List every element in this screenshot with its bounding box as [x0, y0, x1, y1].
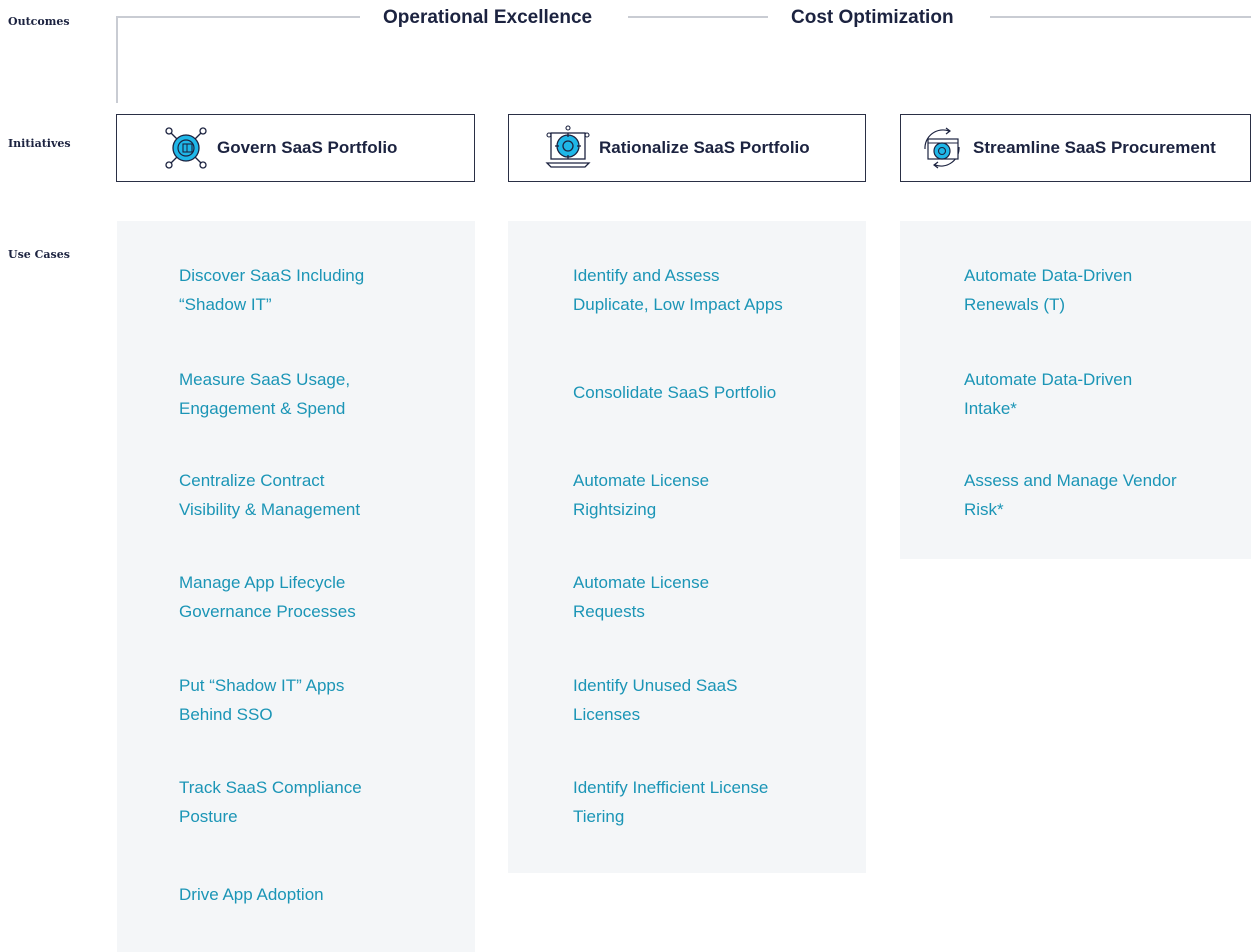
outcome-cost-optimization: Cost Optimization — [791, 7, 954, 28]
use-case-link[interactable]: Centralize Contract Visibility & Managem… — [179, 466, 360, 524]
row-label-use-cases: Use Cases — [8, 248, 70, 261]
row-label-initiatives: Initiatives — [8, 137, 71, 150]
use-case-link[interactable]: Identify and Assess Duplicate, Low Impac… — [573, 261, 783, 319]
use-case-link[interactable]: Consolidate SaaS Portfolio — [573, 378, 776, 407]
initiative-govern-saas-portfolio[interactable]: Govern SaaS Portfolio — [116, 114, 475, 182]
outcome-divider-line — [990, 16, 1251, 18]
browser-cycle-icon — [924, 127, 960, 169]
use-case-link[interactable]: Put “Shadow IT” Apps Behind SSO — [179, 671, 344, 729]
use-case-link[interactable]: Measure SaaS Usage, Engagement & Spend — [179, 365, 350, 423]
use-case-link[interactable]: Track SaaS Compliance Posture — [179, 773, 362, 831]
use-case-link[interactable]: Automate Data-Driven Renewals (T) — [964, 261, 1132, 319]
initiative-label: Rationalize SaaS Portfolio — [599, 138, 810, 157]
use-case-link[interactable]: Manage App Lifecycle Governance Processe… — [179, 568, 356, 626]
use-case-link[interactable]: Identify Unused SaaS Licenses — [573, 671, 737, 729]
use-case-link[interactable]: Identify Inefficient License Tiering — [573, 773, 768, 831]
use-case-link[interactable]: Automate License Rightsizing — [573, 466, 709, 524]
initiative-streamline-saas-procurement[interactable]: Streamline SaaS Procurement — [900, 114, 1251, 182]
initiative-label: Govern SaaS Portfolio — [217, 138, 398, 157]
use-case-link[interactable]: Automate License Requests — [573, 568, 709, 626]
outcome-bracket-line — [116, 16, 118, 103]
row-label-outcomes: Outcomes — [8, 15, 70, 28]
use-case-link[interactable]: Assess and Manage Vendor Risk* — [964, 466, 1177, 524]
use-case-link[interactable]: Automate Data-Driven Intake* — [964, 365, 1132, 423]
initiative-rationalize-saas-portfolio[interactable]: Rationalize SaaS Portfolio — [508, 114, 866, 182]
network-hub-icon — [165, 127, 207, 169]
laptop-gear-icon — [545, 125, 591, 168]
use-case-link[interactable]: Drive App Adoption — [179, 880, 324, 909]
outcome-operational-excellence: Operational Excellence — [383, 7, 593, 28]
outcome-divider-line — [628, 16, 768, 18]
outcome-divider-line — [116, 16, 360, 18]
initiative-label: Streamline SaaS Procurement — [973, 138, 1216, 157]
use-case-link[interactable]: Discover SaaS Including “Shadow IT” — [179, 261, 364, 319]
